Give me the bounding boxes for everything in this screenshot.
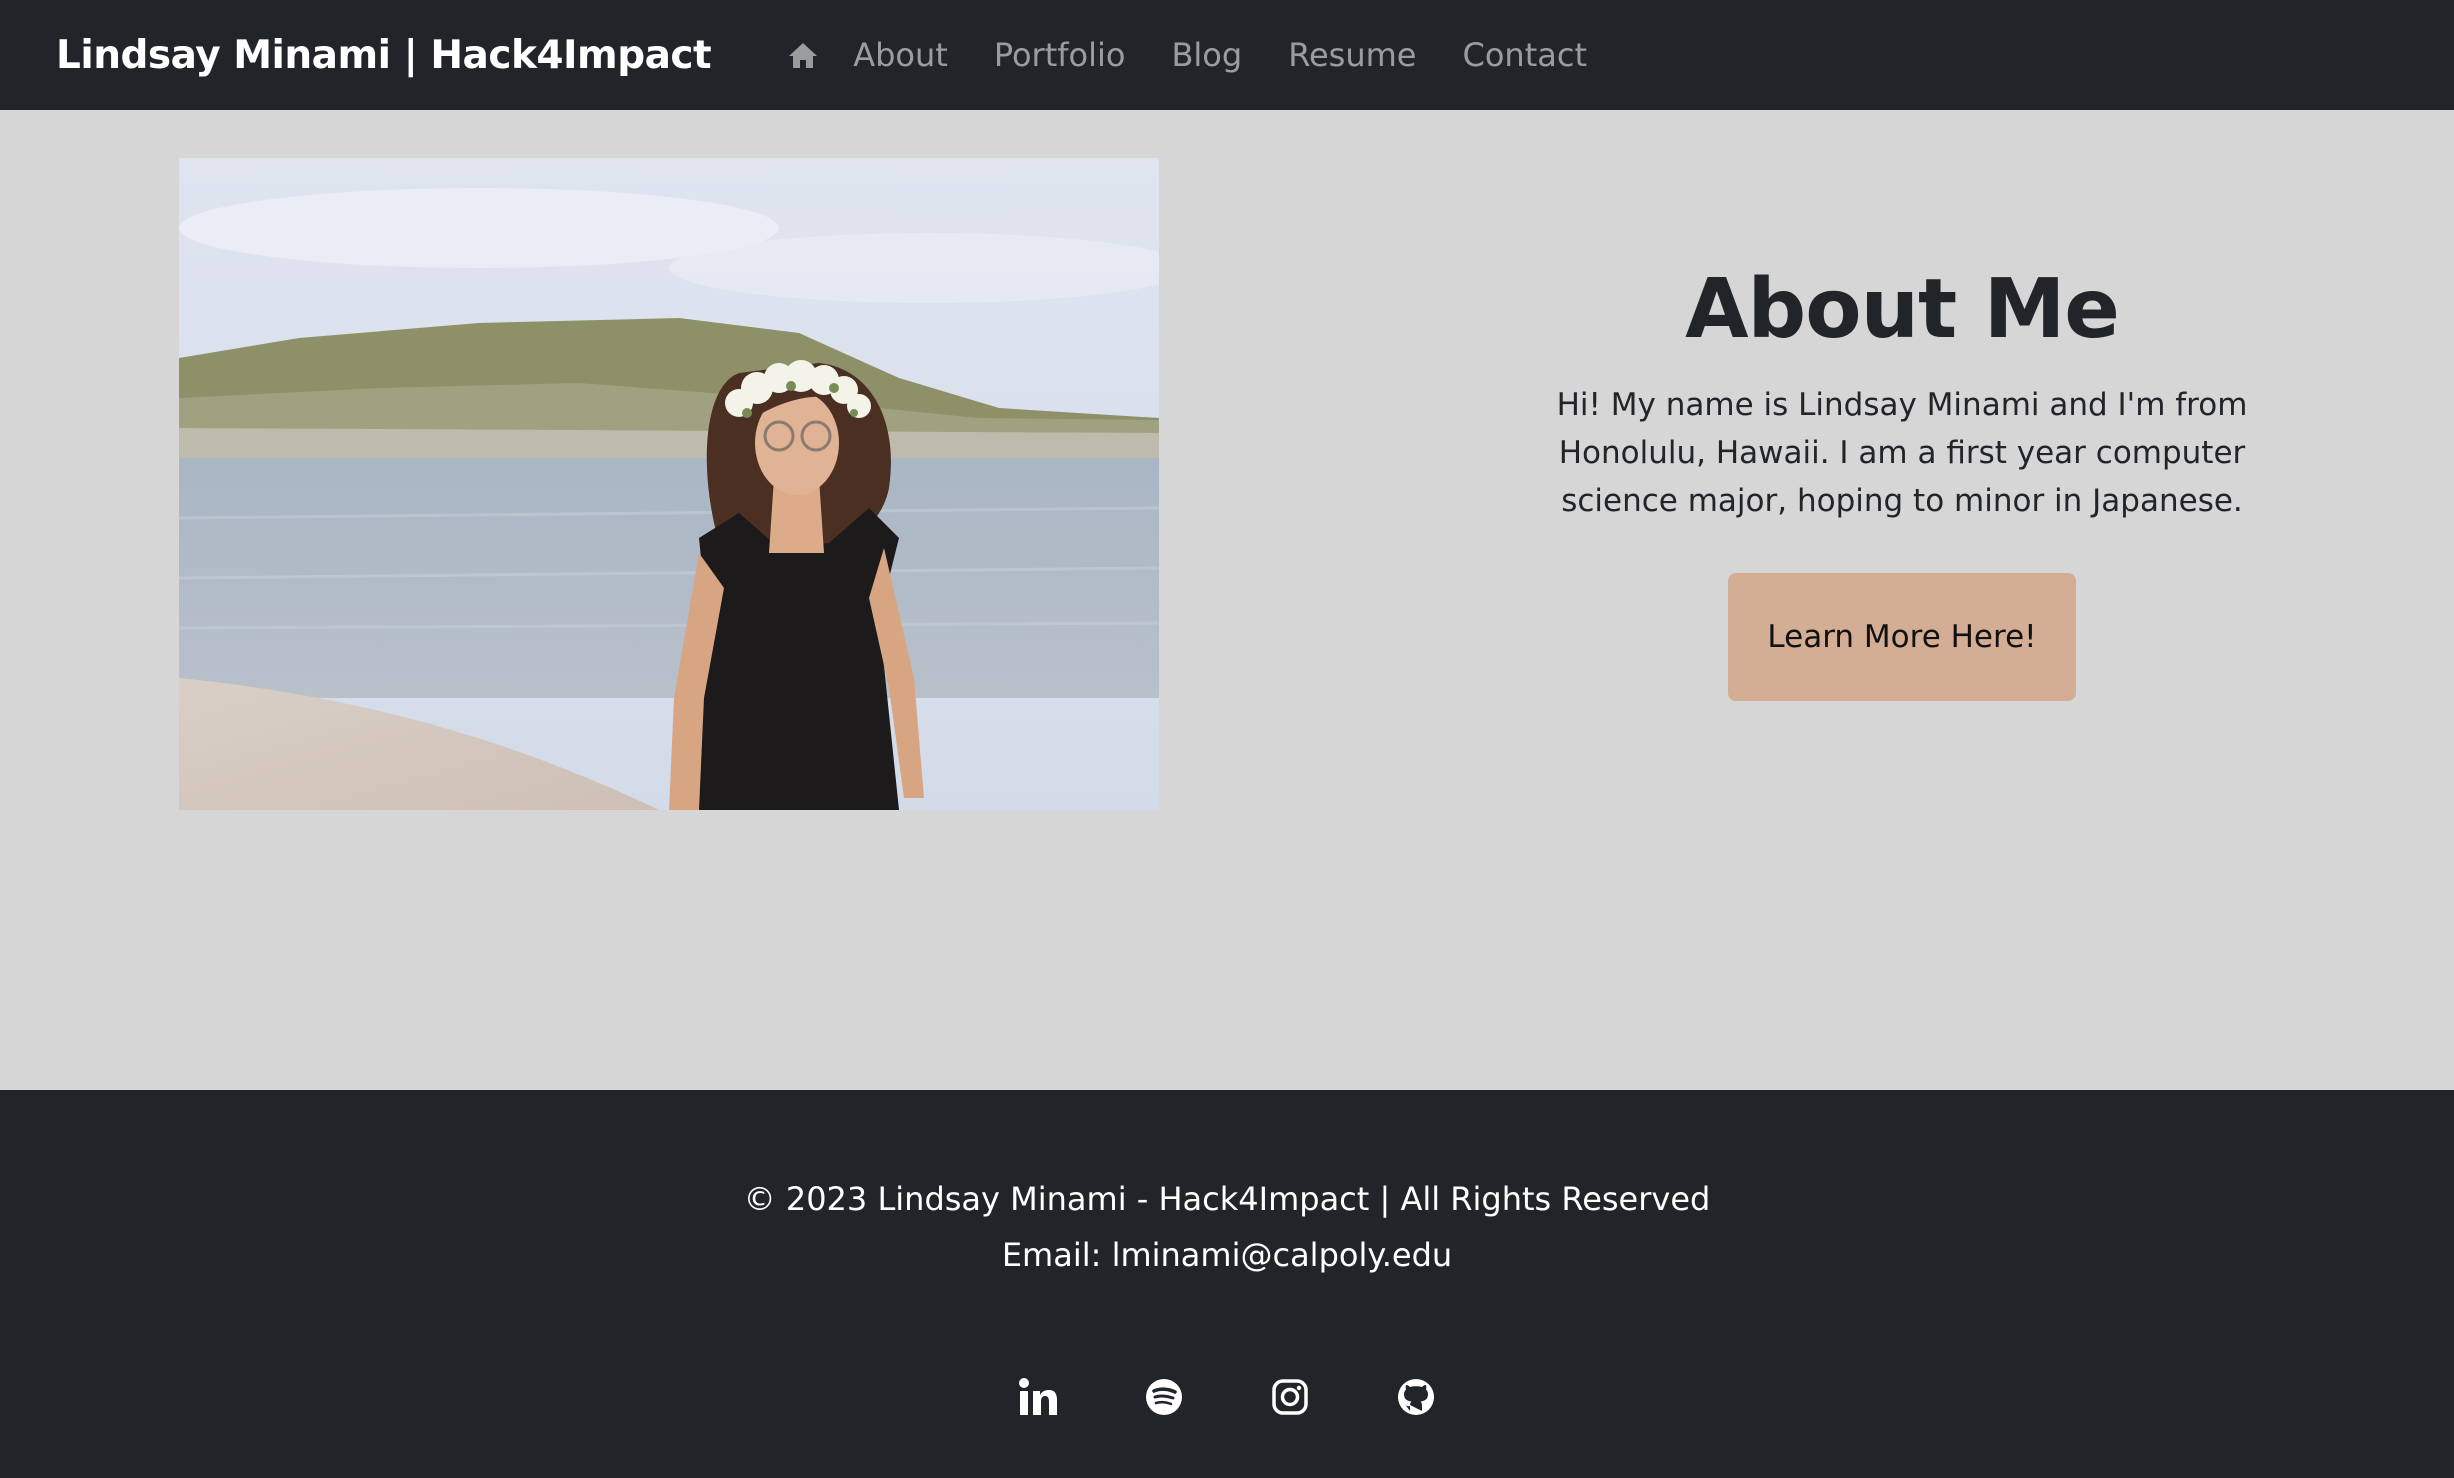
- home-icon[interactable]: [783, 35, 823, 75]
- nav-link-blog[interactable]: Blog: [1171, 36, 1242, 74]
- email-text: Email: lminami@calpoly.edu: [1001, 1236, 1453, 1274]
- linkedin-icon[interactable]: [1014, 1373, 1062, 1421]
- profile-photo: [179, 158, 1159, 810]
- github-icon[interactable]: [1392, 1373, 1440, 1421]
- main-content: About Me Hi! My name is Lindsay Minami a…: [0, 110, 2454, 1090]
- navbar: Lindsay Minami | Hack4Impact About Portf…: [0, 0, 2454, 110]
- footer: © 2023 Lindsay Minami - Hack4Impact | Al…: [0, 1090, 2454, 1478]
- about-description: Hi! My name is Lindsay Minami and I'm fr…: [1556, 387, 2248, 520]
- nav-link-portfolio[interactable]: Portfolio: [994, 36, 1126, 74]
- about-section: About Me Hi! My name is Lindsay Minami a…: [1482, 262, 2322, 702]
- nav-link-contact[interactable]: Contact: [1462, 36, 1587, 74]
- spotify-icon[interactable]: [1140, 1373, 1188, 1421]
- nav-link-resume[interactable]: Resume: [1288, 36, 1416, 74]
- learn-more-button[interactable]: Learn More Here!: [1728, 573, 2076, 702]
- brand-link[interactable]: Lindsay Minami | Hack4Impact: [56, 33, 712, 78]
- social-links: [0, 1373, 2454, 1421]
- instagram-icon[interactable]: [1266, 1373, 1314, 1421]
- about-title: About Me: [1685, 262, 2120, 357]
- copyright-text: © 2023 Lindsay Minami - Hack4Impact | Al…: [743, 1180, 1711, 1218]
- nav-link-about[interactable]: About: [853, 36, 948, 74]
- nav-links: About Portfolio Blog Resume Contact: [783, 35, 1633, 75]
